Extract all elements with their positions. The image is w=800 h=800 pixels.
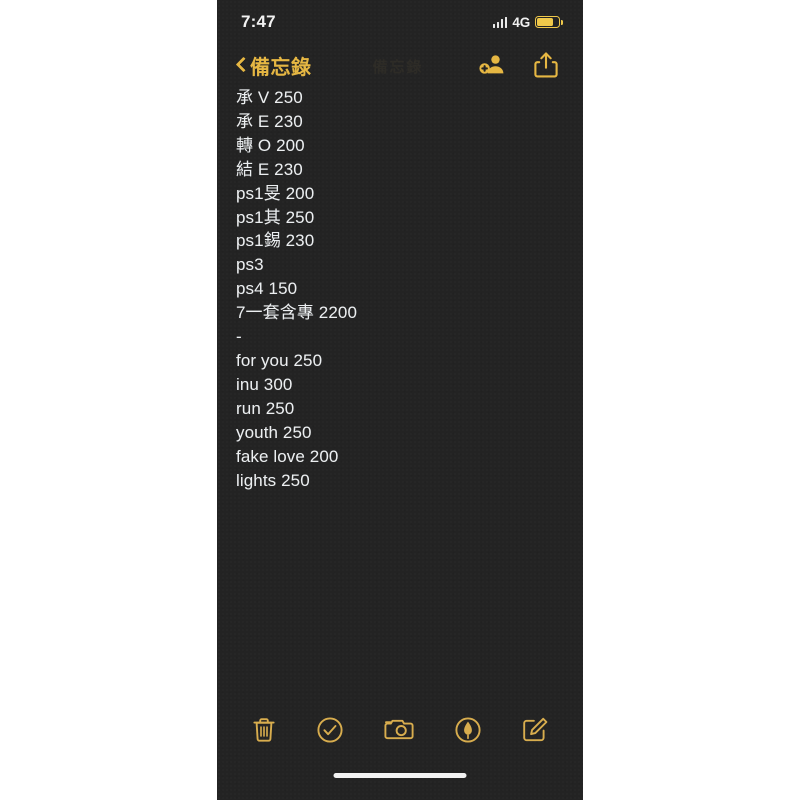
markup-pen-icon[interactable] [454,716,482,744]
status-bar: 7:47 4G [217,0,583,40]
share-icon[interactable] [533,51,559,79]
status-bar-clock: 7:47 [241,12,276,31]
carrier-label: 4G [512,14,530,30]
back-to-notes-button[interactable]: 備忘錄 [235,51,312,80]
back-button-label: 備忘錄 [250,56,312,79]
compose-icon[interactable] [521,716,549,744]
chevron-left-icon [235,55,248,75]
battery-icon [535,16,563,28]
check-circle-icon[interactable] [316,716,344,744]
note-line: 7一套含專 2200 [236,303,357,323]
signal-bars-icon [492,16,508,28]
status-bar-indicators: 4G [492,14,563,30]
battery-fill [537,18,554,26]
screenshot-canvas: 7:47 4G 備忘錄 備忘錄 承 V 250 承 E 230 轉 O 200 … [0,0,800,800]
note-text-area[interactable]: 承 V 250 承 E 230 轉 O 200 結 E 230 ps1旻 200… [217,86,583,492]
note-line: ps1錫 230 [236,231,315,251]
trash-icon[interactable] [251,716,277,744]
note-line: for you 250 [236,350,323,370]
note-line: 承 E 230 [236,111,303,131]
note-line: 承 V 250 [236,88,303,107]
home-indicator[interactable] [333,773,467,778]
note-line: ps3 [236,255,264,275]
note-line: ps4 150 [236,279,298,299]
add-person-icon[interactable] [478,52,506,78]
note-line: fake love 200 [236,446,339,466]
nav-bar-actions [478,51,559,79]
camera-icon[interactable] [383,716,415,744]
note-line: inu 300 [236,374,293,394]
navigation-bar: 備忘錄 [217,44,583,86]
note-line: 結 E 230 [236,159,303,179]
note-line: youth 250 [236,422,312,442]
phone-screen: 7:47 4G 備忘錄 備忘錄 承 V 250 承 E 230 轉 O 200 … [217,0,583,800]
note-line: run 250 [236,398,295,418]
note-line: - [236,327,242,347]
note-line: ps1旻 200 [236,183,315,203]
bottom-toolbar [217,707,583,753]
note-line: lights 250 [236,470,310,490]
note-line: 轉 O 200 [236,135,305,155]
note-line: ps1其 250 [236,207,315,227]
